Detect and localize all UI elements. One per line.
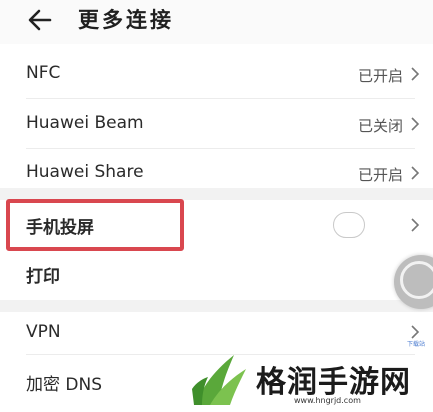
divider — [26, 98, 415, 99]
divider — [26, 148, 415, 149]
chevron-right-icon — [411, 166, 420, 180]
back-arrow-icon[interactable] — [26, 6, 54, 34]
print-item[interactable]: 打印 — [0, 252, 433, 298]
item-label: NFC — [26, 63, 61, 83]
section-separator — [0, 300, 433, 312]
chevron-right-icon — [411, 325, 420, 339]
huawei-beam-item[interactable]: Huawei Beam 已关闭 — [0, 100, 433, 146]
item-label: VPN — [26, 322, 61, 342]
item-status: 已开启 — [357, 67, 403, 85]
item-label: 打印 — [26, 267, 60, 287]
watermark-url: www.hngrjd.com — [294, 396, 361, 405]
item-label: Huawei Share — [26, 162, 144, 182]
chevron-right-icon — [411, 67, 420, 81]
chevron-right-icon — [411, 218, 420, 232]
leaf-logo-icon — [192, 355, 246, 405]
top-app-bar: 更多连接 — [0, 0, 433, 44]
page-title: 更多连接 — [78, 8, 174, 32]
watermark-name: 格润手游网 — [256, 365, 411, 400]
site-watermark: 格润手游网 www.hngrjd.com — [182, 345, 433, 412]
item-label: 加密 DNS — [26, 375, 103, 395]
item-status: 已开启 — [357, 166, 403, 184]
floating-button-ring — [400, 261, 433, 299]
item-label: Huawei Beam — [26, 113, 144, 133]
nfc-item[interactable]: NFC 已开启 — [0, 50, 433, 96]
highlight-annotation — [6, 199, 184, 251]
chevron-right-icon — [411, 117, 420, 131]
toggle-indicator[interactable] — [333, 212, 365, 238]
huawei-share-item[interactable]: Huawei Share 已开启 — [0, 150, 433, 186]
item-status: 已关闭 — [357, 117, 403, 135]
